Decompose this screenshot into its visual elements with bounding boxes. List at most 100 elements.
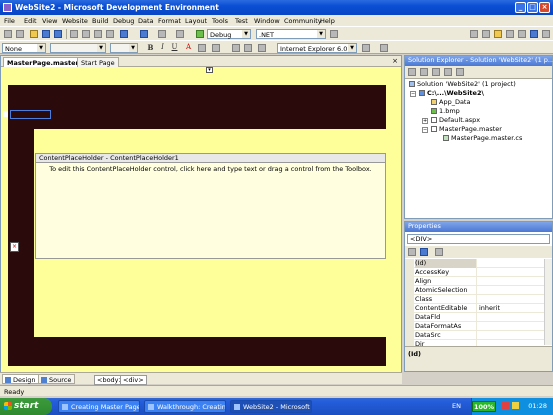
font-size-select[interactable]: ▼: [110, 43, 138, 53]
design-surface[interactable]: ▾ ContentPlaceHolder - ContentPlaceHolde…: [1, 67, 401, 372]
properties-icon[interactable]: [408, 68, 416, 76]
property-row[interactable]: AccessKey: [405, 268, 544, 277]
menu-community[interactable]: Community: [284, 17, 322, 25]
clock[interactable]: 01:28: [528, 402, 547, 410]
collapse-icon[interactable]: −: [410, 91, 416, 97]
underline-button[interactable]: U: [170, 43, 179, 52]
save-all-icon[interactable]: [54, 30, 62, 38]
property-row[interactable]: (Id): [405, 259, 544, 268]
battery-indicator[interactable]: 100%: [472, 401, 496, 412]
menu-window[interactable]: Window: [254, 17, 280, 25]
menu-debug[interactable]: Debug: [113, 17, 134, 25]
alphabetical-icon[interactable]: [420, 248, 428, 256]
highlight-icon[interactable]: [198, 44, 206, 52]
solution-explorer-icon[interactable]: [470, 30, 478, 38]
property-row[interactable]: AtomicSelection: [405, 286, 544, 295]
object-select[interactable]: <DIV>: [407, 234, 550, 244]
tree-node-masterpage-cs[interactable]: MasterPage.master.cs: [443, 134, 522, 143]
italic-button[interactable]: I: [158, 43, 167, 52]
menu-tools[interactable]: Tools: [212, 17, 228, 25]
spell-check-icon[interactable]: [362, 44, 370, 52]
tab-source[interactable]: Source: [38, 374, 76, 384]
selected-element-outline[interactable]: [10, 110, 51, 119]
paste-icon[interactable]: [94, 30, 102, 38]
save-icon[interactable]: [42, 30, 50, 38]
font-color-button[interactable]: A: [184, 43, 193, 52]
bold-button[interactable]: B: [146, 43, 155, 52]
menu-format[interactable]: Format: [158, 17, 181, 25]
menu-help[interactable]: Help: [320, 17, 335, 25]
property-value[interactable]: [479, 286, 542, 295]
property-value[interactable]: [479, 331, 542, 340]
collapse-icon[interactable]: ▾: [206, 67, 213, 73]
config-select[interactable]: Debug ▼: [207, 29, 251, 39]
maximize-button[interactable]: □: [527, 2, 538, 13]
browser-target-select[interactable]: Internet Explorer 6.0 ▼: [277, 43, 357, 53]
property-row[interactable]: DataSrc: [405, 331, 544, 340]
tree-node-default-aspx[interactable]: Default.aspx: [431, 116, 480, 125]
menu-edit[interactable]: Edit: [24, 17, 37, 25]
property-pages-icon[interactable]: [435, 248, 443, 256]
categorized-icon[interactable]: [408, 248, 416, 256]
toolbar-options-icon[interactable]: [380, 44, 388, 52]
minimize-button[interactable]: _: [515, 2, 526, 13]
tree-node-bmp[interactable]: 1.bmp: [431, 107, 460, 116]
outdent-icon[interactable]: [258, 44, 266, 52]
undo-icon[interactable]: [120, 30, 128, 38]
tree-node-website[interactable]: C:\...\WebSite2\: [419, 89, 484, 98]
toolbar-options-icon[interactable]: [542, 30, 550, 38]
class-view-icon[interactable]: [518, 30, 526, 38]
property-row[interactable]: ContentEditable inherit: [405, 304, 544, 313]
menu-layout[interactable]: Layout: [185, 17, 207, 25]
property-row[interactable]: DataFormatAs: [405, 322, 544, 331]
taskbar-item[interactable]: WebSite2 - Microsoft ...: [230, 400, 312, 413]
tree-node-masterpage[interactable]: MasterPage.master: [431, 125, 502, 134]
app-icon[interactable]: [3, 3, 12, 12]
property-row[interactable]: DataFld: [405, 313, 544, 322]
redo-icon[interactable]: [140, 30, 148, 38]
tag-crumb-div[interactable]: <div>: [120, 375, 147, 385]
view-designer-icon[interactable]: [456, 68, 464, 76]
property-value[interactable]: [479, 295, 542, 304]
open-icon[interactable]: [30, 30, 38, 38]
font-name-select[interactable]: ▼: [50, 43, 106, 53]
platform-select[interactable]: .NET ▼: [256, 29, 326, 39]
numbering-icon[interactable]: [244, 44, 252, 52]
property-row[interactable]: Align: [405, 277, 544, 286]
toolbox-icon[interactable]: [494, 30, 502, 38]
close-button[interactable]: ×: [539, 2, 550, 13]
expand-icon[interactable]: +: [422, 118, 428, 124]
add-item-icon[interactable]: [16, 30, 24, 38]
nest-files-icon[interactable]: [432, 68, 440, 76]
navigate-back-icon[interactable]: [158, 30, 166, 38]
tab-design[interactable]: Design: [2, 374, 40, 384]
navigate-forward-icon[interactable]: [176, 30, 184, 38]
menu-view[interactable]: View: [42, 17, 57, 25]
cut-icon[interactable]: [70, 30, 78, 38]
menu-website[interactable]: Website: [62, 17, 88, 25]
property-value[interactable]: [479, 259, 542, 268]
menu-build[interactable]: Build: [92, 17, 108, 25]
find-icon[interactable]: [330, 30, 338, 38]
properties-scrollbar[interactable]: [544, 259, 552, 345]
image-placeholder-icon[interactable]: ×: [10, 242, 19, 252]
properties-window-icon[interactable]: [482, 30, 490, 38]
delete-icon[interactable]: [106, 30, 114, 38]
taskbar-item[interactable]: Creating Master Page...: [58, 400, 140, 413]
property-value[interactable]: [479, 313, 542, 322]
align-icon[interactable]: [212, 44, 220, 52]
collapse-icon[interactable]: −: [422, 127, 428, 133]
contentplaceholder-body[interactable]: To edit this ContentPlaceHolder control,…: [35, 163, 386, 259]
tree-node-app-data[interactable]: App_Data: [431, 98, 470, 107]
start-debug-icon[interactable]: [196, 30, 204, 38]
property-value[interactable]: [479, 322, 542, 331]
style-select[interactable]: None ▼: [2, 43, 46, 53]
property-value[interactable]: inherit: [479, 304, 542, 313]
bullets-icon[interactable]: [232, 44, 240, 52]
menu-file[interactable]: File: [4, 17, 15, 25]
refresh-icon[interactable]: [420, 68, 428, 76]
new-project-icon[interactable]: [4, 30, 12, 38]
taskbar-item[interactable]: Walkthrough: Creatin...: [144, 400, 226, 413]
menu-test[interactable]: Test: [235, 17, 248, 25]
start-button[interactable]: start: [0, 398, 52, 415]
